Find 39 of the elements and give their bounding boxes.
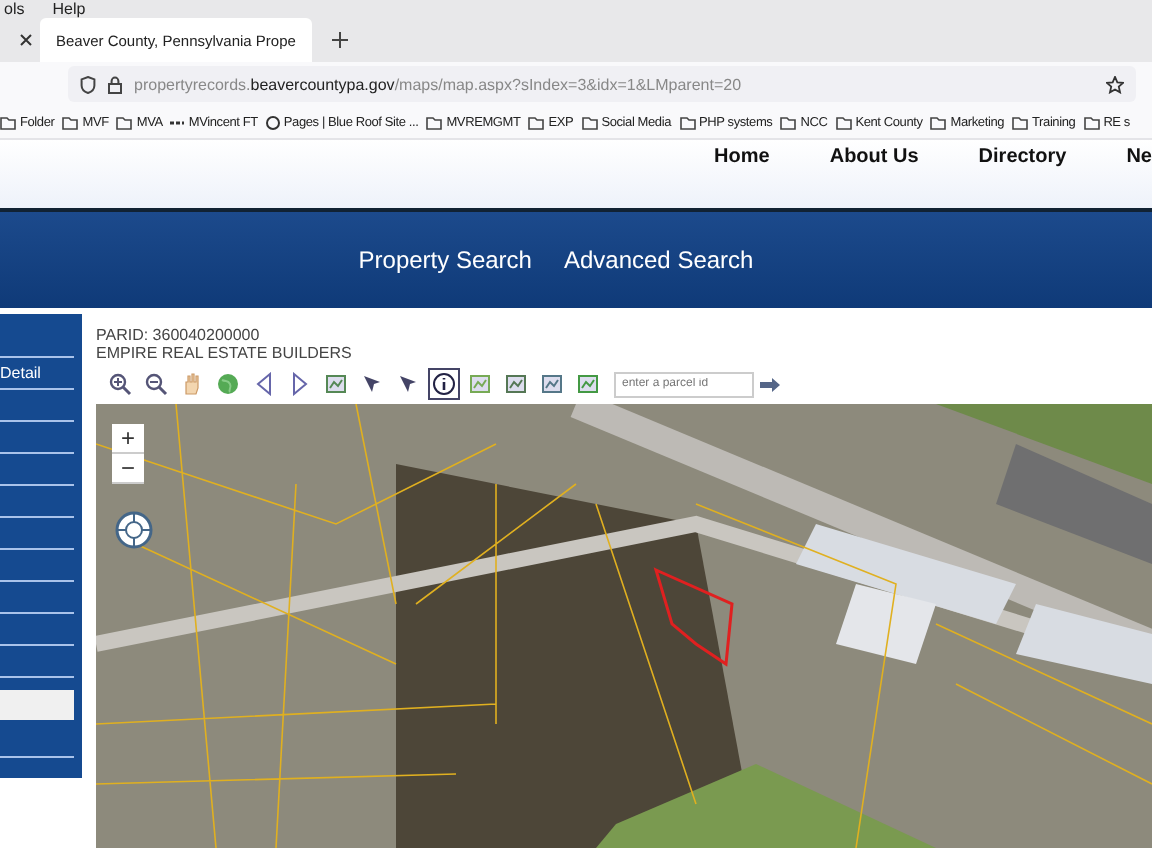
folder-icon bbox=[835, 115, 852, 129]
nav-link[interactable]: Ne bbox=[1126, 146, 1152, 168]
banner-link[interactable]: Advanced Search bbox=[563, 246, 754, 274]
folder-icon bbox=[0, 115, 16, 129]
nav-link[interactable]: Directory bbox=[978, 146, 1067, 168]
shield-icon bbox=[80, 75, 96, 93]
arrow-icon[interactable] bbox=[758, 375, 782, 393]
sidebar-link[interactable]: Detail bbox=[0, 364, 41, 382]
folder-icon bbox=[426, 115, 443, 129]
star-icon[interactable] bbox=[1106, 75, 1124, 93]
folder-icon bbox=[581, 115, 598, 129]
folder-icon bbox=[1012, 115, 1029, 129]
parcel-id: PARID: 360040200000 bbox=[96, 326, 262, 344]
folder-icon bbox=[62, 115, 79, 129]
folder-icon bbox=[116, 115, 133, 129]
folder-icon bbox=[1083, 115, 1100, 129]
folder-icon bbox=[780, 115, 797, 129]
info-icon[interactable] bbox=[428, 368, 460, 400]
lock-icon bbox=[108, 75, 122, 93]
dash-icon bbox=[170, 119, 185, 125]
folder-icon bbox=[930, 115, 947, 129]
owner-name: EMPIRE REAL ESTATE BUILDERS bbox=[96, 344, 354, 362]
close-icon[interactable] bbox=[20, 34, 32, 46]
address-bar[interactable]: propertyrecords.beavercountypa.gov/maps/map.aspx?sIndex=3&idx=1&LMparent=20 bbox=[68, 66, 1136, 102]
menu-item[interactable]: ols bbox=[4, 0, 25, 18]
zoom-out-icon[interactable] bbox=[140, 368, 172, 400]
folder-icon bbox=[528, 115, 545, 129]
nav-link[interactable]: Home bbox=[714, 146, 770, 168]
folder-icon bbox=[679, 115, 696, 129]
nav-link[interactable]: About Us bbox=[829, 146, 919, 168]
map-zoom-button[interactable]: + bbox=[112, 424, 144, 454]
globe-icon[interactable] bbox=[212, 368, 244, 400]
zoom-in-icon[interactable] bbox=[104, 368, 136, 400]
crosshair-icon[interactable] bbox=[114, 510, 154, 550]
plus-icon[interactable] bbox=[332, 32, 348, 48]
menu-item[interactable]: Help bbox=[52, 0, 86, 18]
globe-icon bbox=[265, 115, 280, 129]
banner-link[interactable]: Property Search bbox=[358, 246, 532, 274]
sidebar-field[interactable] bbox=[0, 690, 74, 720]
